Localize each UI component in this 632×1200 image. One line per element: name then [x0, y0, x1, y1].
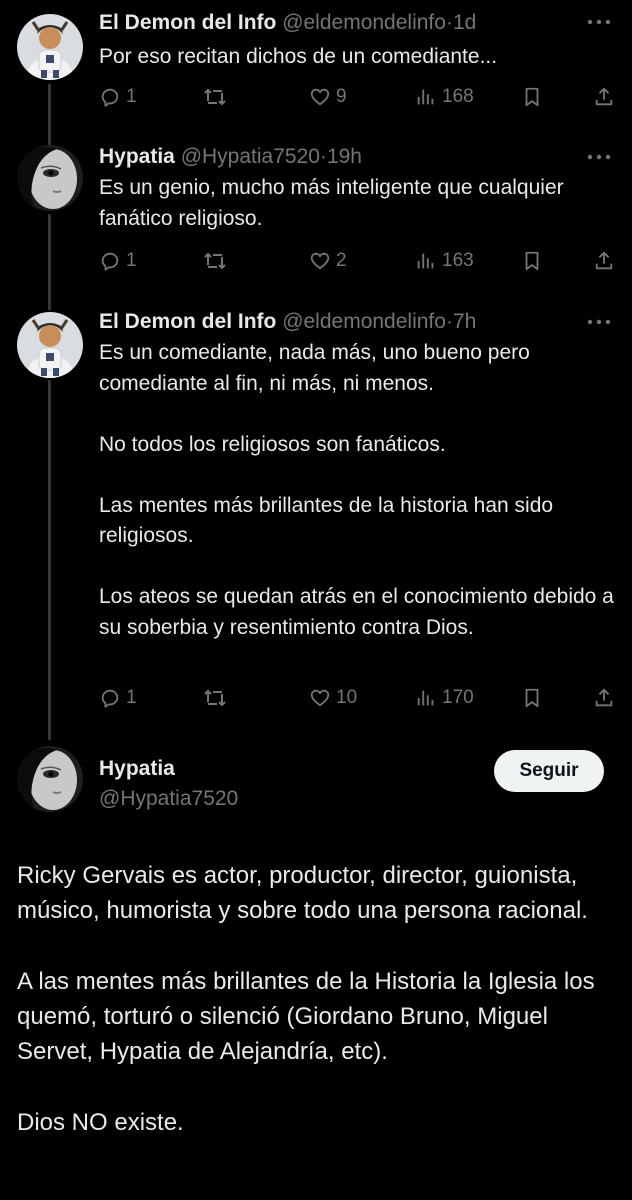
more-icon[interactable] — [584, 312, 614, 332]
like-count: 9 — [336, 86, 347, 107]
bookmark-button[interactable] — [521, 683, 543, 713]
tweet-text: Por eso recitan dichos de un comediante.… — [99, 42, 614, 73]
author-name[interactable]: Hypatia — [99, 145, 175, 168]
views-button[interactable]: 168 — [415, 82, 474, 112]
reply-icon — [101, 252, 119, 271]
bookmark-icon — [525, 688, 539, 708]
repost-button[interactable] — [203, 82, 232, 112]
author-handle[interactable]: @eldemondelinfo — [282, 310, 446, 333]
action-bar: 1 10 170 — [99, 683, 619, 713]
separator-dot: · — [319, 145, 327, 168]
more-icon[interactable] — [584, 12, 614, 32]
views-icon — [417, 89, 434, 105]
like-button[interactable]: 10 — [309, 683, 357, 713]
like-icon — [310, 252, 330, 270]
repost-icon — [204, 252, 226, 270]
like-icon — [310, 689, 330, 707]
tweet-paragraph: Es un comediante, nada más, uno bueno pe… — [99, 341, 530, 395]
timestamp[interactable]: 7h — [453, 310, 476, 333]
post-paragraph: Dios NO existe. — [17, 1109, 184, 1137]
follow-button[interactable]: Seguir — [494, 750, 604, 792]
reply-count: 1 — [126, 86, 137, 107]
reply-icon — [101, 689, 119, 708]
view-count: 163 — [442, 250, 474, 271]
thread-line — [48, 214, 51, 310]
tweet-header: Hypatia @Hypatia7520·19h — [99, 142, 612, 172]
views-icon — [417, 253, 434, 269]
thread-line — [48, 380, 51, 740]
share-button[interactable] — [593, 82, 615, 112]
share-icon — [595, 688, 613, 707]
repost-button[interactable] — [203, 246, 232, 276]
views-icon — [417, 690, 434, 706]
bookmark-icon — [525, 251, 539, 271]
like-count: 2 — [336, 250, 347, 271]
reply-button[interactable]: 1 — [99, 82, 137, 112]
author-handle[interactable]: @Hypatia7520 — [181, 145, 320, 168]
post-text: Ricky Gervais es actor, productor, direc… — [17, 858, 617, 1140]
post-paragraph: A las mentes más brillantes de la Histor… — [17, 967, 595, 1066]
avatar[interactable] — [17, 145, 83, 211]
views-button[interactable]: 163 — [415, 246, 474, 276]
separator-dot: · — [445, 11, 453, 34]
like-icon — [310, 88, 330, 106]
share-button[interactable] — [593, 683, 615, 713]
tweet-text: Es un genio, mucho más inteligente que c… — [99, 173, 614, 234]
tweet-paragraph: Las mentes más brillantes de la historia… — [99, 493, 554, 548]
repost-button[interactable] — [203, 683, 232, 713]
timestamp[interactable]: 1d — [453, 11, 476, 34]
separator-dot: · — [445, 310, 453, 333]
author-handle[interactable]: @eldemondelinfo — [282, 11, 446, 34]
author-handle[interactable]: @Hypatia7520 — [99, 785, 238, 813]
action-bar: 1 2 163 — [99, 246, 619, 276]
tweet-text: Es un comediante, nada más, uno bueno pe… — [99, 338, 614, 643]
thread-line — [48, 84, 51, 146]
avatar[interactable] — [17, 746, 83, 812]
tweet-header: El Demon del Info @eldemondelinfo·7h — [99, 307, 612, 337]
action-bar: 1 9 168 — [99, 82, 619, 112]
tweet-paragraph: Por eso recitan dichos de un comediante.… — [99, 45, 498, 68]
bookmark-button[interactable] — [521, 82, 543, 112]
bookmark-button[interactable] — [521, 246, 543, 276]
author-name[interactable]: El Demon del Info — [99, 310, 276, 333]
reply-icon — [101, 88, 119, 107]
view-count: 168 — [442, 86, 474, 107]
share-icon — [595, 87, 613, 106]
tweet-paragraph: Los ateos se quedan atrás en el conocimi… — [99, 585, 614, 639]
reply-count: 1 — [126, 687, 137, 708]
more-icon[interactable] — [584, 147, 614, 167]
reply-button[interactable]: 1 — [99, 246, 137, 276]
like-button[interactable]: 9 — [309, 82, 347, 112]
share-icon — [595, 251, 613, 270]
author-name[interactable]: Hypatia — [99, 755, 175, 783]
post-paragraph: Ricky Gervais es actor, productor, direc… — [17, 862, 588, 925]
view-count: 170 — [442, 687, 474, 708]
bookmark-icon — [525, 87, 539, 107]
views-button[interactable]: 170 — [415, 683, 474, 713]
avatar[interactable] — [17, 14, 83, 80]
like-button[interactable]: 2 — [309, 246, 347, 276]
avatar[interactable] — [17, 312, 83, 378]
reply-count: 1 — [126, 250, 137, 271]
repost-icon — [204, 689, 226, 707]
share-button[interactable] — [593, 246, 615, 276]
reply-button[interactable]: 1 — [99, 683, 137, 713]
timestamp[interactable]: 19h — [327, 145, 362, 168]
repost-icon — [204, 88, 226, 106]
like-count: 10 — [336, 687, 358, 708]
tweet-header: El Demon del Info @eldemondelinfo·1d — [99, 8, 612, 38]
tweet-paragraph: No todos los religiosos son fanáticos. — [99, 432, 446, 456]
tweet-paragraph: Es un genio, mucho más inteligente que c… — [99, 176, 564, 230]
author-name[interactable]: El Demon del Info — [99, 11, 276, 34]
